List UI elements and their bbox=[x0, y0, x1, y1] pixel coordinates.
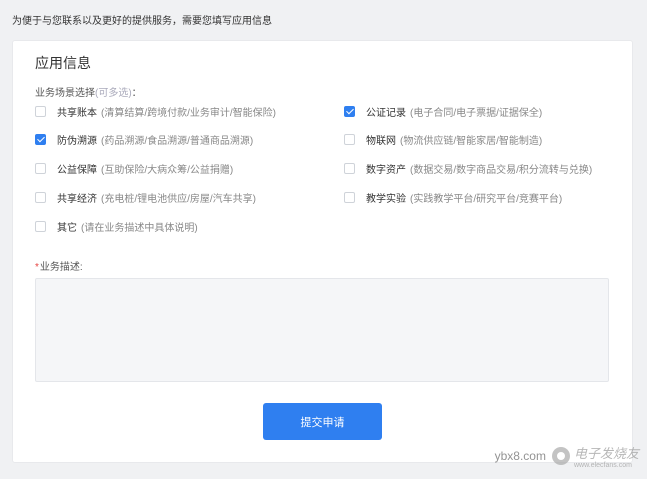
option-name: 防伪溯源 bbox=[57, 135, 97, 147]
business-desc-textarea[interactable] bbox=[35, 278, 609, 382]
option-iot[interactable]: 物联网 (物流供应链/智能家居/智能制造) bbox=[344, 131, 542, 147]
option-desc: (请在业务描述中具体说明) bbox=[81, 222, 198, 234]
watermark-brand-block: 电子发烧友 www.elecfans.com bbox=[574, 443, 639, 469]
watermark-site: www.elecfans.com bbox=[573, 462, 632, 469]
option-name: 其它 bbox=[57, 222, 77, 234]
option-name: 公证记录 bbox=[366, 107, 406, 119]
scene-label-colon: ： bbox=[131, 88, 142, 99]
option-desc: (电子合同/电子票据/证据保全) bbox=[410, 107, 543, 119]
option-desc: (互助保险/大病众筹/公益捐赠) bbox=[101, 164, 234, 176]
card-title: 应用信息 bbox=[35, 55, 91, 71]
option-desc: (实践教学平台/研究平台/竞赛平台) bbox=[410, 193, 563, 205]
business-desc-label: *业务描述: bbox=[35, 258, 83, 273]
option-digital-assets[interactable]: 数字资产 (数据交易/数字商品交易/积分流转与兑换) bbox=[344, 160, 592, 176]
watermark: ybx8.com 电子发烧友 www.elecfans.com bbox=[495, 443, 639, 469]
option-name: 物联网 bbox=[366, 135, 396, 147]
watermark-brand: 电子发烧友 bbox=[573, 446, 639, 461]
checkbox[interactable] bbox=[35, 191, 46, 203]
option-teaching-lab[interactable]: 教学实验 (实践教学平台/研究平台/竞赛平台) bbox=[344, 189, 562, 205]
option-sharing-economy[interactable]: 共享经济 (充电桩/锂电池供应/房屋/汽车共享) bbox=[35, 189, 256, 205]
option-name: 共享经济 bbox=[57, 193, 97, 205]
option-name: 数字资产 bbox=[366, 164, 406, 176]
option-desc: (充电桩/锂电池供应/房屋/汽车共享) bbox=[101, 193, 256, 205]
checkbox[interactable] bbox=[344, 133, 355, 145]
checkbox[interactable] bbox=[35, 133, 46, 145]
required-mark: * bbox=[35, 262, 39, 273]
option-anti-counterfeit[interactable]: 防伪溯源 (药品溯源/食品溯源/普通商品溯源) bbox=[35, 131, 253, 147]
scene-label-hint: (可多选) bbox=[95, 88, 132, 99]
option-desc: (清算结算/跨境付款/业务审计/智能保险) bbox=[101, 107, 276, 119]
application-info-card: 应用信息 业务场景选择(可多选)： 共享账本 (清算结算/跨境付款/业务审计/智… bbox=[12, 40, 633, 463]
option-desc: (药品溯源/食品溯源/普通商品溯源) bbox=[101, 135, 254, 147]
elecfans-logo-icon bbox=[551, 447, 570, 465]
option-name: 共享账本 bbox=[57, 107, 97, 119]
notice-text: 为便于与您联系以及更好的提供服务，需要您填写应用信息 bbox=[12, 16, 272, 27]
checkbox[interactable] bbox=[35, 162, 46, 174]
checkbox[interactable] bbox=[344, 105, 355, 117]
option-desc: (数据交易/数字商品交易/积分流转与兑换) bbox=[410, 164, 593, 176]
checkbox[interactable] bbox=[35, 220, 46, 232]
option-shared-ledger[interactable]: 共享账本 (清算结算/跨境付款/业务审计/智能保险) bbox=[35, 103, 276, 119]
option-notarization[interactable]: 公证记录 (电子合同/电子票据/证据保全) bbox=[344, 103, 542, 119]
option-desc: (物流供应链/智能家居/智能制造) bbox=[400, 135, 543, 147]
option-name: 公益保障 bbox=[57, 164, 97, 176]
checkbox[interactable] bbox=[344, 191, 355, 203]
scene-label-text: 业务场景选择 bbox=[35, 88, 95, 99]
option-other[interactable]: 其它 (请在业务描述中具体说明) bbox=[35, 218, 198, 234]
scene-label: 业务场景选择(可多选)： bbox=[35, 84, 142, 99]
submit-button[interactable]: 提交申请 bbox=[263, 403, 382, 440]
checkbox[interactable] bbox=[344, 162, 355, 174]
option-charity[interactable]: 公益保障 (互助保险/大病众筹/公益捐赠) bbox=[35, 160, 233, 176]
checkbox[interactable] bbox=[35, 105, 46, 117]
option-name: 教学实验 bbox=[366, 193, 406, 205]
business-desc-label-text: 业务描述: bbox=[39, 262, 83, 273]
watermark-text: ybx8.com bbox=[494, 449, 546, 463]
